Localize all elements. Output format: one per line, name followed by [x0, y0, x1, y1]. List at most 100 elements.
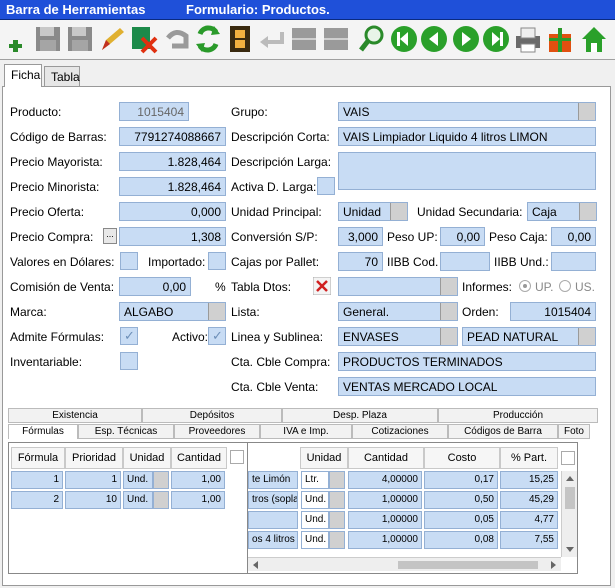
table-cell-descripcion[interactable]: te Limón: [248, 471, 298, 489]
delete-button[interactable]: [130, 24, 158, 54]
tab-produccion[interactable]: Producción: [438, 408, 598, 423]
search-button[interactable]: [358, 24, 386, 54]
unidad-secundaria-dropdown-button[interactable]: [579, 203, 596, 220]
descripcion-corta-field[interactable]: VAIS Limpiador Liquido 4 litros LIMON: [338, 127, 596, 146]
table-cell-cantidad[interactable]: 1,00000: [348, 491, 422, 509]
codigo-barras-field[interactable]: 7791274088667: [119, 127, 226, 146]
table-cell-costo[interactable]: 0,17: [424, 471, 498, 489]
save-button[interactable]: [34, 24, 62, 54]
producto-field[interactable]: 1015404: [119, 102, 189, 121]
grupo-dropdown-button[interactable]: [578, 103, 595, 120]
table-cell-part[interactable]: 7,55: [500, 531, 558, 549]
tabla-dtos-select[interactable]: [338, 277, 458, 296]
unidad-principal-select[interactable]: Unidad: [338, 202, 408, 221]
tab-desp-plaza[interactable]: Desp. Plaza: [282, 408, 438, 423]
vertical-scrollbar[interactable]: [561, 471, 577, 557]
column-header-unidad[interactable]: Unidad: [123, 447, 171, 469]
select-all-checkbox[interactable]: [561, 451, 575, 465]
iibb-und-field[interactable]: [551, 252, 596, 271]
column-header-part[interactable]: % Part.: [500, 447, 558, 469]
tab-foto[interactable]: Foto: [558, 424, 590, 439]
first-record-button[interactable]: [390, 24, 418, 54]
admite-formulas-checkbox[interactable]: ✓: [120, 327, 138, 345]
table-cell-part[interactable]: 4,77: [500, 511, 558, 529]
descripcion-larga-field[interactable]: [338, 152, 596, 190]
table-cell-unidad[interactable]: Und.: [301, 511, 329, 529]
home-button[interactable]: [580, 24, 608, 54]
table-cell-unidad[interactable]: Und.: [123, 491, 153, 509]
unidad-dropdown-button[interactable]: [153, 491, 169, 509]
grupo-select[interactable]: VAIS: [338, 102, 596, 121]
activa-larga-checkbox[interactable]: [317, 177, 335, 195]
gift-button[interactable]: [546, 24, 574, 54]
table-cell-formula[interactable]: 2: [11, 491, 63, 509]
table-cell-cantidad[interactable]: 1,00000: [348, 531, 422, 549]
edit-button[interactable]: [98, 24, 126, 54]
table-cell-unidad[interactable]: Ltr.: [301, 471, 329, 489]
print-button[interactable]: [514, 24, 542, 54]
unidad-secundaria-select[interactable]: Caja: [527, 202, 597, 221]
iibb-cod-field[interactable]: [440, 252, 490, 271]
disabled-button-1[interactable]: [290, 24, 318, 54]
refresh-button[interactable]: [194, 24, 222, 54]
precio-oferta-field[interactable]: 0,000: [119, 202, 226, 221]
tab-ficha[interactable]: Ficha: [4, 64, 42, 87]
tab-cotizaciones[interactable]: Cotizaciones: [352, 424, 448, 439]
table-cell-costo[interactable]: 0,05: [424, 511, 498, 529]
unidad-dropdown-button[interactable]: [153, 471, 169, 489]
film-button[interactable]: [226, 24, 254, 54]
table-cell-unidad[interactable]: Und.: [301, 491, 329, 509]
last-record-button[interactable]: [482, 24, 510, 54]
table-cell-costo[interactable]: 0,08: [424, 531, 498, 549]
column-header-costo[interactable]: Costo: [424, 447, 500, 469]
precio-minorista-field[interactable]: 1.828,464: [119, 177, 226, 196]
tab-esp-tecnicas[interactable]: Esp. Técnicas: [78, 424, 174, 439]
table-cell-cantidad[interactable]: 4,00000: [348, 471, 422, 489]
importado-checkbox[interactable]: [208, 252, 226, 270]
column-header-cantidad[interactable]: Cantidad: [171, 447, 227, 469]
cta-compra-field[interactable]: PRODUCTOS TERMINADOS: [338, 352, 596, 371]
lista-dropdown-button[interactable]: [440, 303, 457, 320]
horizontal-scrollbar[interactable]: [248, 557, 561, 571]
select-all-checkbox[interactable]: [230, 450, 244, 464]
table-cell-cantidad[interactable]: 1,00: [171, 471, 225, 489]
table-cell-cantidad[interactable]: 1,00: [171, 491, 225, 509]
cajas-pallet-field[interactable]: 70: [338, 252, 383, 271]
column-header-formula[interactable]: Fórmula: [11, 447, 65, 469]
tab-tabla[interactable]: Tabla: [44, 66, 80, 86]
inventariable-checkbox[interactable]: [120, 352, 138, 370]
back-button[interactable]: [258, 24, 286, 54]
sublinea-dropdown-button[interactable]: [578, 328, 595, 345]
marca-select[interactable]: ALGABO: [119, 302, 226, 321]
marca-dropdown-button[interactable]: [208, 303, 225, 320]
table-cell-descripcion[interactable]: tros (soplac: [248, 491, 298, 509]
peso-caja-field[interactable]: 0,00: [551, 227, 596, 246]
prev-record-button[interactable]: [420, 24, 448, 54]
undo-button[interactable]: [162, 24, 190, 54]
conversion-field[interactable]: 3,000: [338, 227, 383, 246]
table-cell-prioridad[interactable]: 1: [65, 471, 121, 489]
table-cell-prioridad[interactable]: 10: [65, 491, 121, 509]
orden-field[interactable]: 1015404: [510, 302, 596, 321]
add-button[interactable]: [2, 24, 30, 54]
column-header-unidad[interactable]: Unidad: [300, 447, 348, 469]
table-cell-part[interactable]: 15,25: [500, 471, 558, 489]
unidad-dropdown-button[interactable]: [329, 511, 345, 529]
table-cell-descripcion[interactable]: os 4 litros: [248, 531, 298, 549]
lista-select[interactable]: General.: [338, 302, 458, 321]
unidad-dropdown-button[interactable]: [329, 491, 345, 509]
activo-checkbox[interactable]: ✓: [208, 327, 226, 345]
table-cell-part[interactable]: 45,29: [500, 491, 558, 509]
table-cell-descripcion[interactable]: [248, 511, 298, 529]
precio-mayorista-field[interactable]: 1.828,464: [119, 152, 226, 171]
table-cell-unidad[interactable]: Und.: [301, 531, 329, 549]
table-cell-formula[interactable]: 1: [11, 471, 63, 489]
valores-dolares-checkbox[interactable]: [120, 252, 138, 270]
tabla-dtos-dropdown-button[interactable]: [440, 278, 457, 295]
table-cell-cantidad[interactable]: 1,00000: [348, 511, 422, 529]
column-header-prioridad[interactable]: Prioridad: [65, 447, 123, 469]
table-cell-unidad[interactable]: Und.: [123, 471, 153, 489]
unidad-dropdown-button[interactable]: [329, 471, 345, 489]
precio-compra-button[interactable]: ...: [103, 228, 117, 244]
tab-codigos-barra[interactable]: Códigos de Barra: [448, 424, 558, 439]
